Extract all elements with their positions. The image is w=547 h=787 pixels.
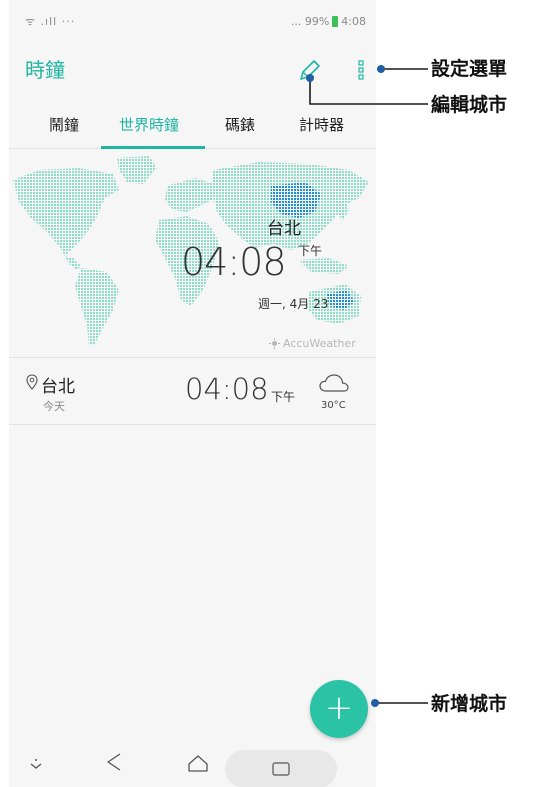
callout-add-city: 新增城市 (431, 693, 508, 715)
callout-edit-city: 編輯城市 (431, 94, 508, 116)
callout-settings-menu: 設定選單 (431, 58, 508, 80)
callout-lines (306, 65, 428, 707)
